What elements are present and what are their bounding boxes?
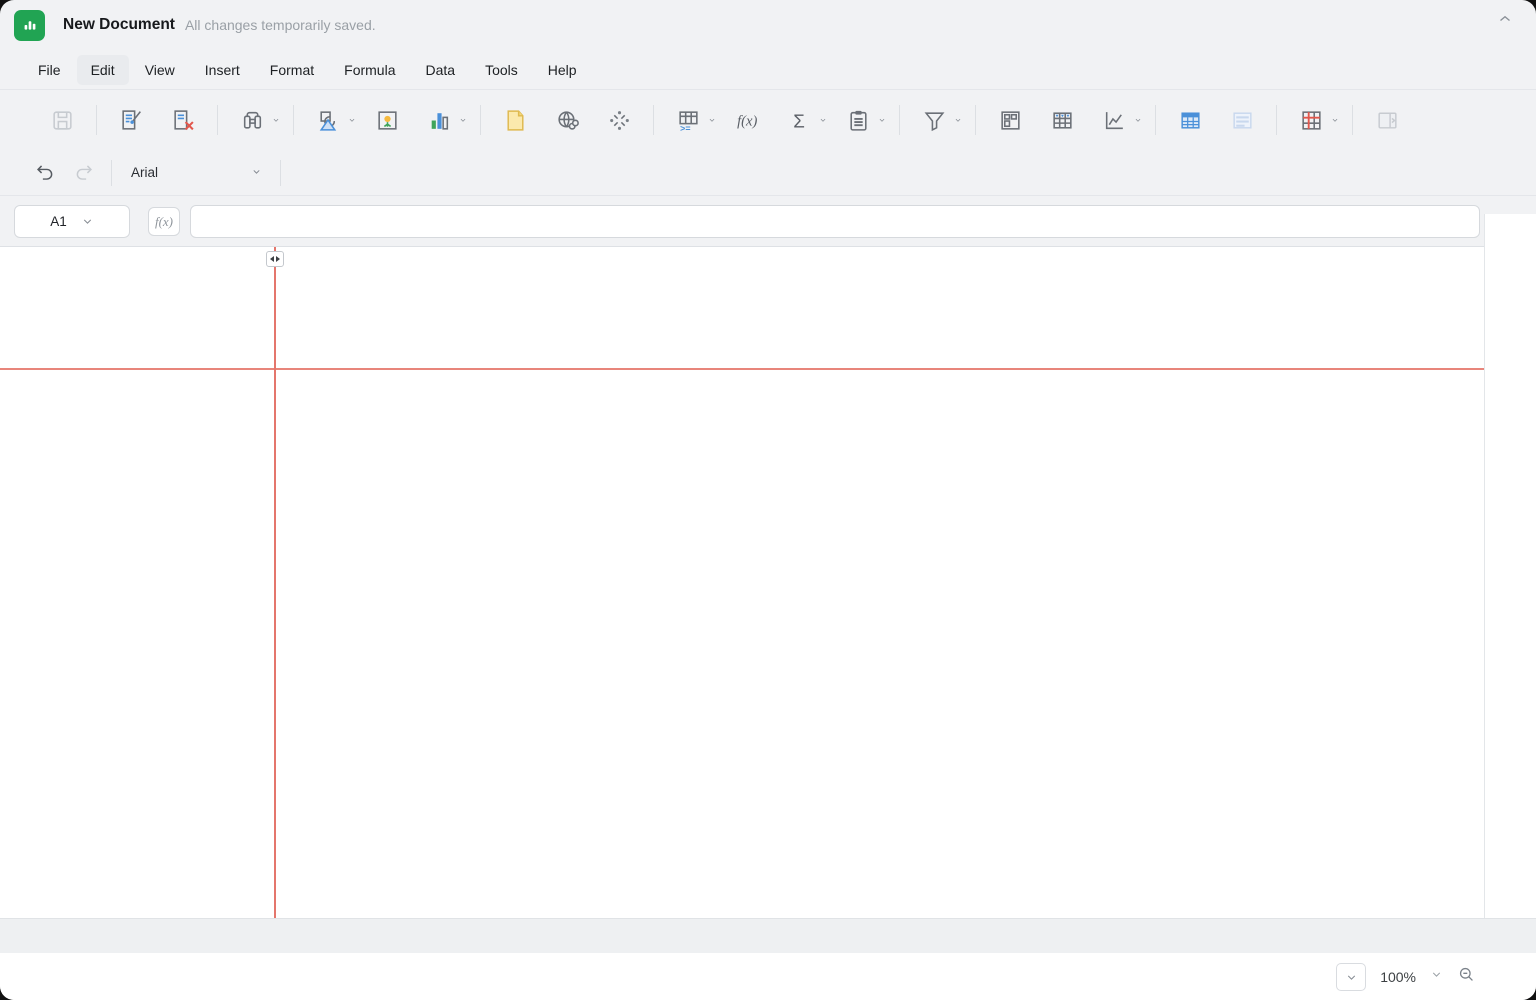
- svg-text:f(x): f(x): [737, 113, 757, 129]
- formatbar-divider: [111, 160, 112, 186]
- zoom-out-icon[interactable]: [1457, 965, 1476, 989]
- function-button[interactable]: f(x): [730, 103, 764, 137]
- formula-input[interactable]: [190, 205, 1480, 238]
- filter-dropdown-icon[interactable]: [953, 114, 963, 126]
- font-size-decrease-button[interactable]: [293, 158, 325, 188]
- conditional-format-dropdown-icon[interactable]: [707, 114, 717, 126]
- formatbar-divider: [280, 160, 281, 186]
- menu-bar: FileEditViewInsertFormatFormulaDataTools…: [0, 50, 1536, 90]
- menu-file[interactable]: File: [24, 55, 75, 85]
- sum-dropdown-icon[interactable]: [818, 114, 828, 126]
- menu-insert[interactable]: Insert: [191, 55, 254, 85]
- save-status: All changes temporarily saved.: [185, 17, 376, 33]
- app-logo-icon: [14, 10, 45, 41]
- web-link-button[interactable]: [550, 103, 584, 137]
- chevron-down-icon: [250, 165, 263, 181]
- sheet-tab-bar: [0, 918, 1536, 953]
- right-sidebar: [1484, 214, 1536, 953]
- menu-help[interactable]: Help: [534, 55, 591, 85]
- toolbar-divider: [1276, 105, 1277, 135]
- svg-text:Σ: Σ: [793, 110, 805, 131]
- freeze-button[interactable]: [1294, 103, 1328, 137]
- table-filter-button[interactable]: [1045, 103, 1079, 137]
- font-family-select[interactable]: Arial: [121, 158, 271, 188]
- hidden-column-line: [274, 247, 276, 918]
- find-dropdown-icon[interactable]: [271, 114, 281, 126]
- svg-text:>=: >=: [680, 123, 690, 133]
- shapes-dropdown-icon[interactable]: [347, 114, 357, 126]
- main-toolbar: >= f(x) Σ: [0, 90, 1536, 150]
- active-cell-ref: A1: [50, 214, 67, 229]
- toolbar-divider: [480, 105, 481, 135]
- insert-chart-button[interactable]: [422, 103, 456, 137]
- menu-edit[interactable]: Edit: [77, 55, 129, 85]
- toolbar-divider: [1155, 105, 1156, 135]
- find-button[interactable]: [235, 103, 269, 137]
- toolbar-divider: [293, 105, 294, 135]
- toolbar-divider: [653, 105, 654, 135]
- status-bar: 100%: [0, 953, 1536, 1000]
- side-panel-button: [1370, 103, 1404, 137]
- document-title[interactable]: New Document: [63, 16, 175, 34]
- freeze-dropdown-icon[interactable]: [1330, 114, 1340, 126]
- insert-chart-dropdown-icon[interactable]: [458, 114, 468, 126]
- format-toolbar: Arial: [0, 150, 1536, 196]
- format-as-table-button[interactable]: [1173, 103, 1207, 137]
- toolbar-divider: [96, 105, 97, 135]
- menu-format[interactable]: Format: [256, 55, 328, 85]
- shapes-button[interactable]: [311, 103, 345, 137]
- hidden-column-indicator[interactable]: [266, 251, 284, 267]
- frozen-rows-line: [0, 368, 1484, 370]
- conditional-format-button[interactable]: >=: [671, 103, 705, 137]
- sparkline-button[interactable]: [1097, 103, 1131, 137]
- sparkline-dropdown-icon[interactable]: [1133, 114, 1143, 126]
- title-bar: New Document All changes temporarily sav…: [0, 0, 1536, 50]
- filter-button[interactable]: [917, 103, 951, 137]
- clear-format-button[interactable]: [166, 103, 200, 137]
- paste-special-dropdown-icon[interactable]: [877, 114, 887, 126]
- toolbar-divider: [899, 105, 900, 135]
- toolbar-divider: [975, 105, 976, 135]
- spreadsheet-grid: [0, 247, 1484, 918]
- menu-tools[interactable]: Tools: [471, 55, 532, 85]
- toolbar-divider: [217, 105, 218, 135]
- sum-button[interactable]: Σ: [782, 103, 816, 137]
- zoom-level[interactable]: 100%: [1380, 969, 1416, 985]
- new-sheet-button[interactable]: [498, 103, 532, 137]
- formula-bar: A1 f(x): [0, 196, 1536, 247]
- pivot-layout-button[interactable]: [993, 103, 1027, 137]
- collapse-toolbar-icon[interactable]: [1496, 10, 1514, 33]
- fx-icon: f(x): [148, 207, 180, 236]
- font-family-select-value: Arial: [131, 165, 158, 180]
- redo-button: [67, 158, 99, 188]
- zoom-dropdown-icon[interactable]: [1430, 968, 1443, 986]
- toolbar-divider: [1352, 105, 1353, 135]
- menu-data[interactable]: Data: [412, 55, 470, 85]
- paste-special-button[interactable]: [841, 103, 875, 137]
- menu-view[interactable]: View: [131, 55, 189, 85]
- menu-formula[interactable]: Formula: [330, 55, 409, 85]
- insert-image-button[interactable]: [370, 103, 404, 137]
- zoom-preset-button[interactable]: [1336, 963, 1366, 991]
- scatter-button[interactable]: [602, 103, 636, 137]
- table-style-button[interactable]: [1225, 103, 1259, 137]
- app-window: New Document All changes temporarily sav…: [0, 0, 1536, 1000]
- undo-button[interactable]: [29, 158, 61, 188]
- cell-name-box[interactable]: A1: [14, 205, 130, 238]
- format-painter-button[interactable]: [114, 103, 148, 137]
- save-button: [45, 103, 79, 137]
